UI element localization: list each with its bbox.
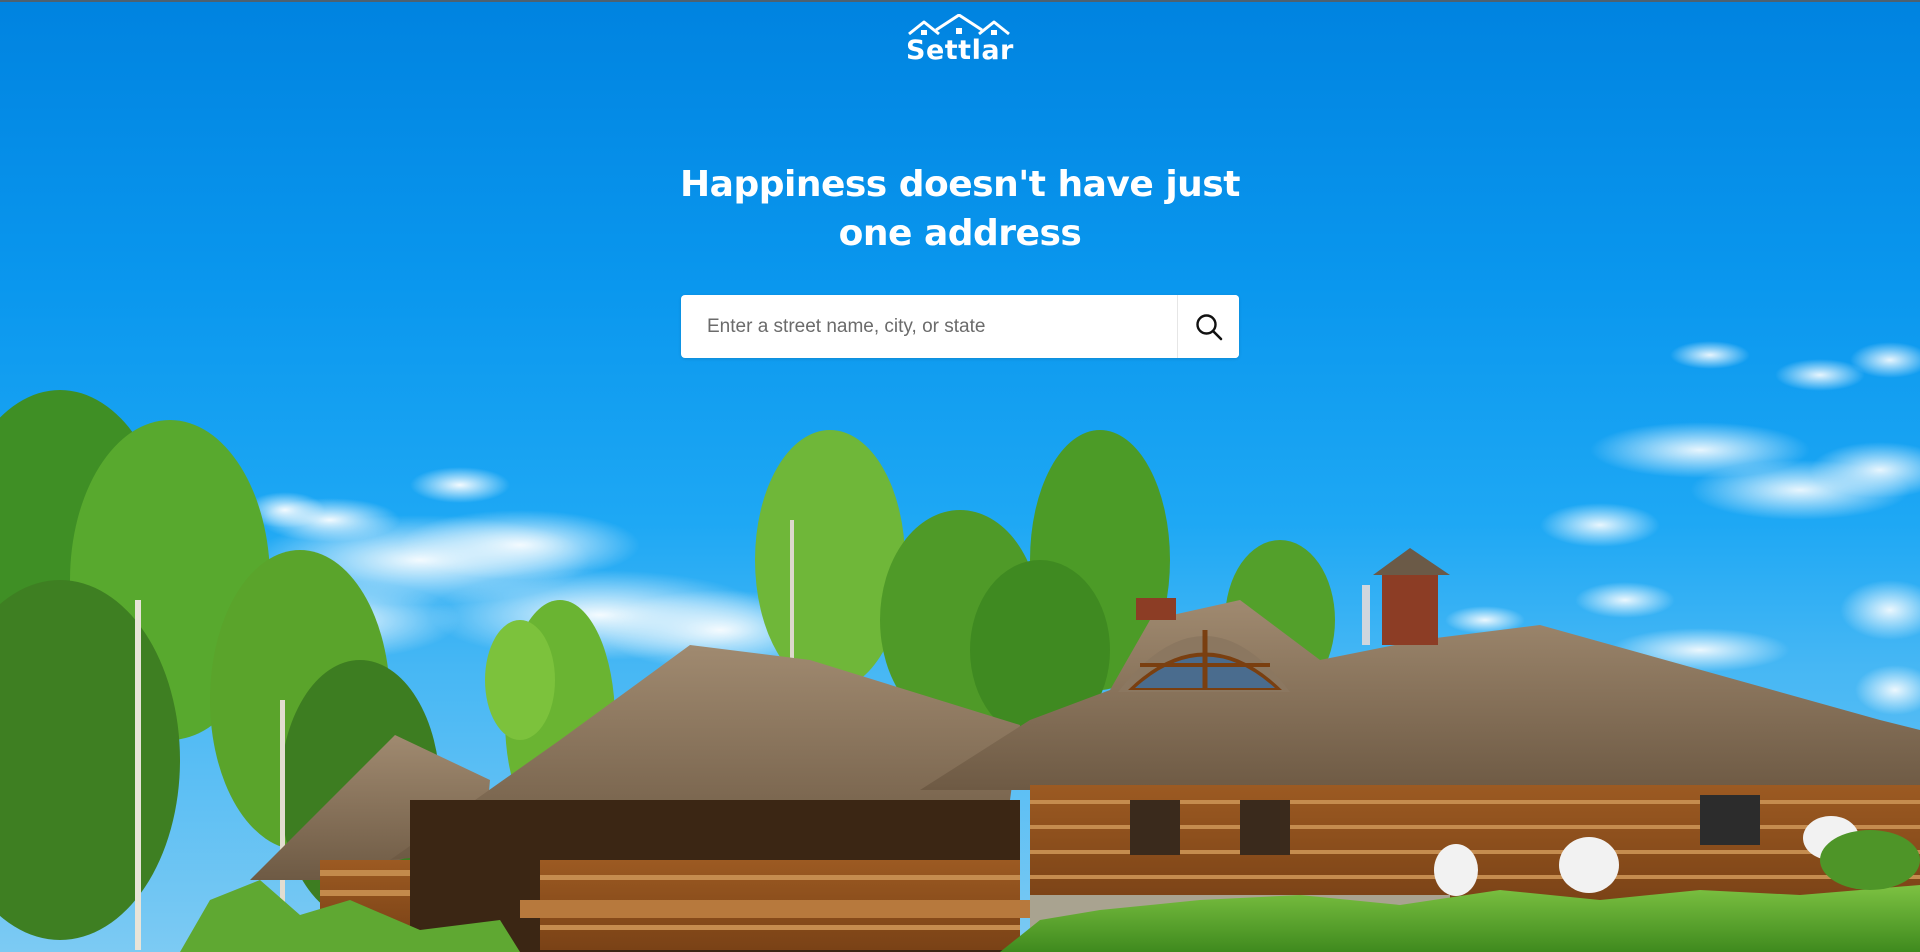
headline-line-2: one address: [838, 213, 1082, 254]
search-bar: [681, 295, 1239, 358]
brand-logo[interactable]: Settlar: [906, 14, 1014, 70]
brand-name: Settlar: [906, 35, 1014, 66]
search-button[interactable]: [1177, 295, 1239, 358]
landing-page: Settlar Happiness doesn't have just one …: [0, 0, 1920, 952]
hero-headline: Happiness doesn't have just one address: [660, 160, 1260, 258]
search-icon: [1195, 313, 1222, 340]
headline-line-1: Happiness doesn't have just: [680, 164, 1240, 205]
search-input[interactable]: [681, 295, 1177, 358]
hero-background-image: [0, 341, 1920, 952]
top-border: [0, 0, 1920, 2]
